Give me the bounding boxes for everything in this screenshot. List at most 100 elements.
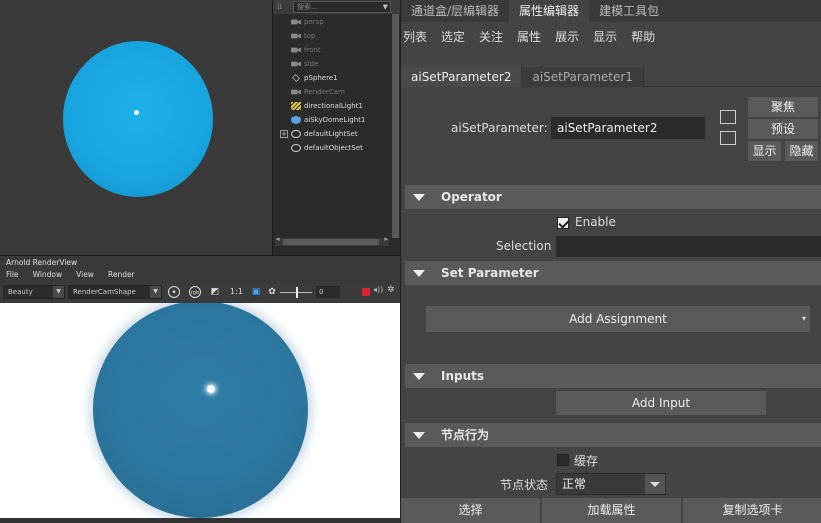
collapse-triangle-icon [413, 270, 425, 277]
exposure-icon[interactable]: ✿ [266, 286, 278, 298]
ae-menubar: 列表 选定 关注 属性 展示 显示 帮助 [401, 26, 669, 48]
camera-select[interactable]: RenderCamShape ▼ [68, 285, 162, 299]
menu-render[interactable]: Render [108, 269, 135, 281]
load-icon[interactable] [720, 110, 736, 124]
tab-aisetparameter1[interactable]: aiSetParameter1 [522, 67, 644, 87]
outliner-item-label: directionalLight1 [304, 102, 363, 110]
focus-button[interactable]: 聚焦 [748, 97, 818, 117]
outliner-vertical-scrollbar[interactable] [391, 14, 400, 254]
rendered-sphere [93, 303, 308, 518]
section-title: 节点行为 [441, 428, 490, 442]
aov-select[interactable]: Beauty ▼ [3, 285, 65, 299]
chevron-down-icon: ▼ [150, 286, 161, 298]
renderview-menubar: File Window View Render [0, 269, 400, 281]
node-name-field[interactable]: aiSetParameter2 [551, 117, 705, 139]
menu-view[interactable]: View [76, 269, 94, 281]
load-attributes-button[interactable]: 加载属性 [542, 498, 681, 523]
fit-icon[interactable]: ▣ [250, 286, 262, 298]
outliner-horizontal-scrollbar[interactable]: ◂ ▸ [275, 235, 389, 246]
hide-button[interactable]: 隐藏 [785, 141, 818, 161]
cache-checkbox[interactable] [557, 454, 569, 466]
renderview-title: Arnold RenderView [0, 255, 400, 269]
add-assignment-button[interactable]: Add Assignment ▾ [426, 306, 810, 332]
outliner-header: ⁞⁞ 搜索... ▼ [273, 0, 401, 14]
menu-window[interactable]: Window [33, 269, 63, 281]
outliner-item-psphere1[interactable]: pSphere1 [291, 71, 391, 85]
menu-display[interactable]: 显示 [593, 26, 617, 48]
scrollbar-thumb[interactable] [283, 239, 379, 245]
save-icon[interactable] [720, 131, 736, 145]
ratio-button[interactable]: 1:1 [230, 286, 243, 298]
outliner-item-front[interactable]: front [291, 43, 391, 57]
outliner-item-rendercam[interactable]: RenderCam [291, 85, 391, 99]
rgb-channel-icon[interactable]: rgb [189, 286, 201, 298]
outliner-item-defaultobjectset[interactable]: defaultObjectSet [291, 141, 391, 155]
bottom-bar: 选择 加载属性 复制选项卡 [401, 498, 821, 523]
renderview-status-bar [0, 518, 400, 523]
outliner-item-directionallight1[interactable]: directionalLight1 [291, 99, 391, 113]
tab-channel-box[interactable]: 通道盒/层编辑器 [401, 0, 509, 22]
menu-list[interactable]: 列表 [403, 26, 427, 48]
tab-attribute-editor[interactable]: 属性编辑器 [509, 0, 590, 22]
outliner-item-aiskydomelight1[interactable]: aiSkyDomeLight1 [291, 113, 391, 127]
rendered-highlight [207, 385, 215, 393]
renderview-toolbar: Beauty ▼ RenderCamShape ▼ • rgb ◩ 1:1 ▣ … [0, 281, 400, 303]
section-set-parameter[interactable]: Set Parameter [405, 261, 821, 285]
sphere-object[interactable] [63, 41, 213, 197]
outliner-item-side[interactable]: side [291, 57, 391, 71]
section-inputs[interactable]: Inputs [405, 364, 821, 388]
checker-icon[interactable]: ◩ [209, 286, 221, 298]
outliner-item-label: pSphere1 [304, 74, 338, 82]
expand-icon[interactable]: + [280, 130, 288, 138]
gear-icon[interactable]: ✲ [387, 285, 395, 295]
show-button[interactable]: 显示 [748, 141, 781, 161]
outliner-item-top[interactable]: top [291, 29, 391, 43]
outliner-item-defaultlightset[interactable]: + defaultLightSet [280, 127, 391, 141]
tab-modeling-toolkit[interactable]: 建模工具包 [589, 0, 669, 22]
set-icon [291, 144, 301, 152]
collapse-triangle-icon [413, 432, 425, 439]
enable-label: Enable [575, 215, 616, 229]
stop-render-icon[interactable] [362, 288, 370, 296]
outliner-item-label: defaultObjectSet [304, 144, 363, 152]
outliner-item-label: front [304, 46, 321, 54]
chevron-down-icon [645, 474, 665, 494]
scroll-left-icon[interactable]: ◂ [276, 235, 280, 243]
outliner-search-input[interactable]: 搜索... ▼ [293, 1, 391, 13]
menu-show[interactable]: 展示 [555, 26, 579, 48]
menu-file[interactable]: File [6, 269, 19, 281]
menu-focus[interactable]: 关注 [479, 26, 503, 48]
node-state-select[interactable]: 正常 [556, 473, 666, 495]
selection-field[interactable] [556, 236, 821, 257]
add-assignment-label: Add Assignment [569, 312, 667, 326]
menu-help[interactable]: 帮助 [631, 26, 655, 48]
chevron-down-icon[interactable]: ▼ [383, 2, 388, 12]
set-icon [291, 130, 301, 138]
preset-button[interactable]: 预设 [748, 119, 818, 139]
outliner-item-label: RenderCam [304, 88, 345, 96]
copy-tab-button[interactable]: 复制选项卡 [683, 498, 821, 523]
outliner-item-persp[interactable]: persp [291, 15, 391, 29]
add-input-button[interactable]: Add Input [556, 391, 766, 415]
section-node-behavior[interactable]: 节点行为 [405, 423, 821, 447]
select-button[interactable]: 选择 [401, 498, 540, 523]
cache-label: 缓存 [574, 454, 599, 468]
enable-checkbox[interactable] [557, 217, 569, 229]
outliner-item-label: top [304, 32, 316, 40]
camera-icon [291, 61, 301, 67]
ipr-icon[interactable]: ◂)) [373, 285, 383, 294]
top-tabs: 通道盒/层编辑器 属性编辑器 建模工具包 [401, 0, 821, 22]
exposure-slider-knob[interactable] [296, 287, 298, 298]
grip-icon[interactable]: ⁞⁞ [277, 2, 289, 12]
scrollbar-thumb[interactable] [392, 14, 399, 238]
chevron-down-icon: ▾ [801, 314, 806, 323]
exposure-input[interactable]: 0 [316, 286, 340, 298]
tab-aisetparameter2[interactable]: aiSetParameter2 [401, 67, 523, 87]
3d-viewport[interactable] [0, 0, 272, 255]
menu-attributes[interactable]: 属性 [517, 26, 541, 48]
camera-icon [291, 47, 301, 53]
render-target-icon[interactable]: • [168, 286, 180, 298]
section-operator[interactable]: Operator [405, 185, 821, 209]
menu-selected[interactable]: 选定 [441, 26, 465, 48]
scroll-right-icon[interactable]: ▸ [384, 235, 388, 243]
